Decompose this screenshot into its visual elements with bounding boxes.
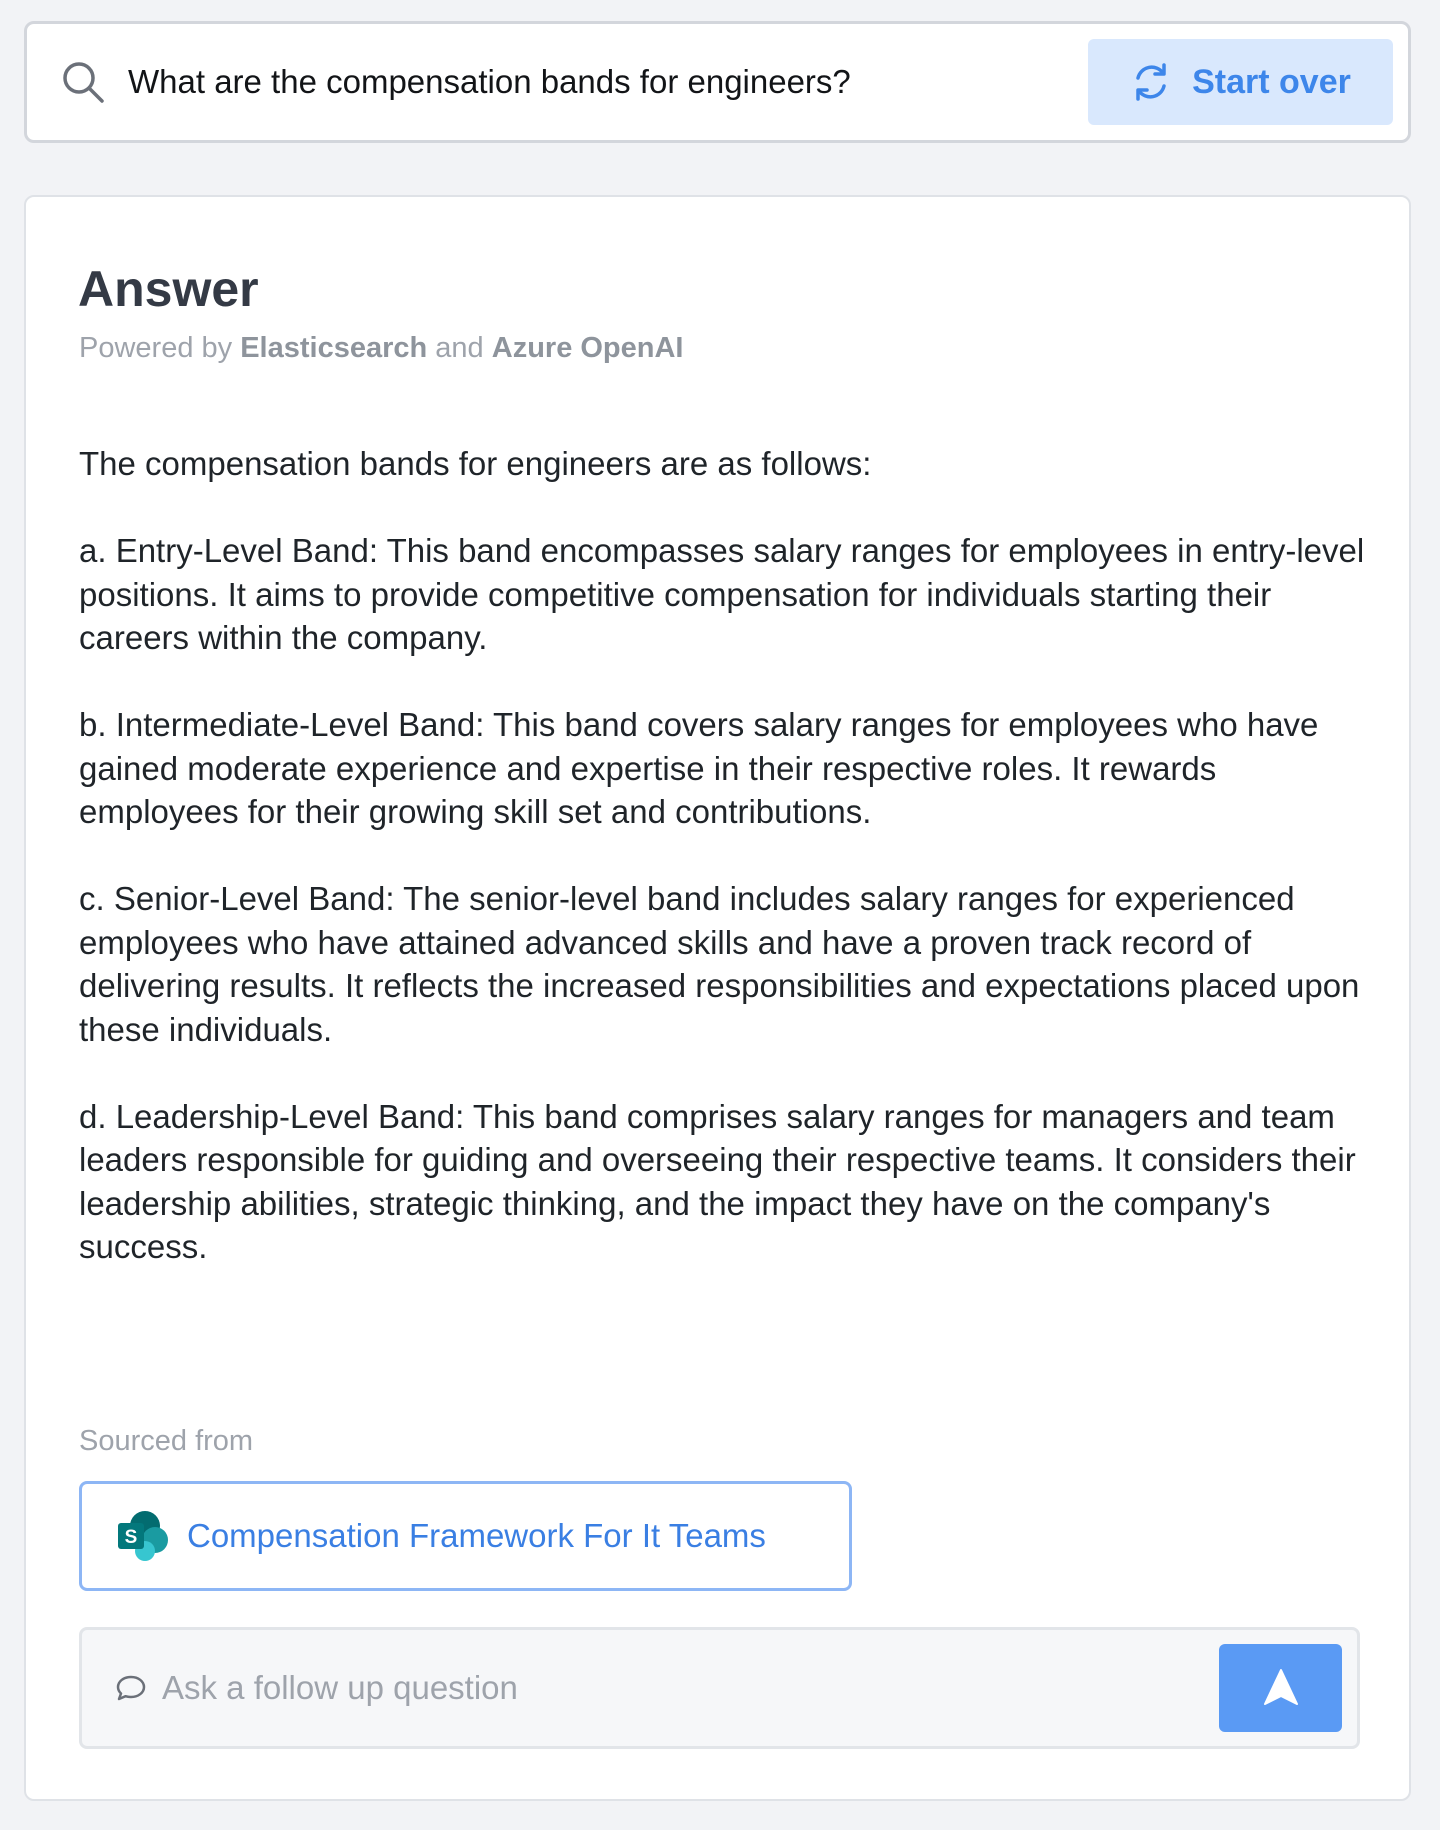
powered-by: Powered by Elasticsearch and Azure OpenA… bbox=[79, 332, 684, 365]
search-icon bbox=[60, 59, 106, 105]
start-over-button[interactable]: Start over bbox=[1088, 39, 1393, 125]
start-over-label: Start over bbox=[1192, 62, 1351, 101]
send-button[interactable] bbox=[1219, 1644, 1342, 1732]
answer-title: Answer bbox=[78, 261, 259, 317]
sourced-from-label: Sourced from bbox=[79, 1425, 254, 1457]
answer-item-leadership-level: d. Leadership-Level Band: This band comp… bbox=[79, 1097, 1356, 1266]
powered-by-prefix: Powered by bbox=[79, 332, 233, 364]
answer-item-senior-level: c. Senior-Level Band: The senior-level b… bbox=[79, 880, 1360, 1048]
provider-elasticsearch: Elasticsearch bbox=[240, 332, 428, 364]
send-icon bbox=[1261, 1667, 1301, 1710]
search-query[interactable]: What are the compensation bands for engi… bbox=[128, 63, 1088, 101]
answer-item-intermediate-level: b. Intermediate-Level Band: This band co… bbox=[79, 706, 1319, 830]
answer-body: The compensation bands for engineers are… bbox=[79, 442, 1379, 1312]
powered-by-conjunction: and bbox=[435, 332, 484, 364]
provider-azure-openai: Azure OpenAI bbox=[491, 332, 684, 364]
svg-text:S: S bbox=[125, 1527, 138, 1548]
answer-card: Answer Powered by Elasticsearch and Azur… bbox=[24, 195, 1411, 1801]
refresh-icon bbox=[1130, 61, 1172, 103]
followup-input[interactable] bbox=[160, 1668, 1219, 1708]
sharepoint-icon: S bbox=[115, 1508, 171, 1564]
source-title: Compensation Framework For It Teams bbox=[187, 1517, 766, 1554]
search-bar: What are the compensation bands for engi… bbox=[24, 21, 1411, 143]
answer-item-entry-level: a. Entry-Level Band: This band encompass… bbox=[79, 532, 1365, 656]
chat-bubble-icon bbox=[115, 1672, 147, 1704]
followup-box bbox=[79, 1627, 1360, 1749]
source-link[interactable]: S Compensation Framework For It Teams bbox=[79, 1481, 852, 1591]
answer-intro: The compensation bands for engineers are… bbox=[79, 445, 872, 482]
